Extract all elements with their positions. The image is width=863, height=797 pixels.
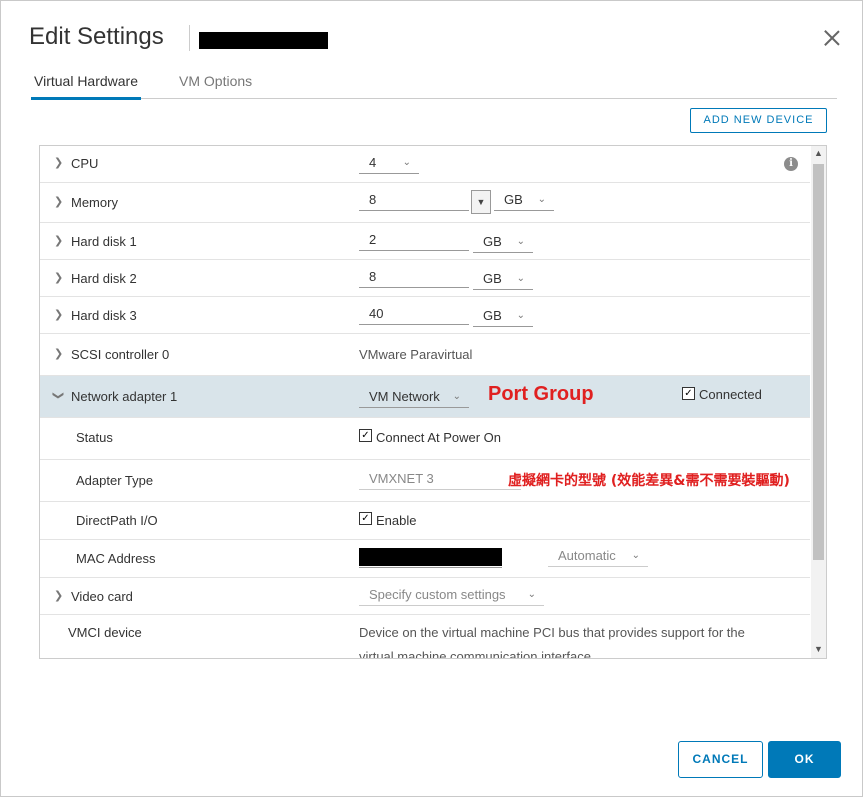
- scsi-value: VMware Paravirtual: [359, 347, 473, 362]
- chevron-down-icon[interactable]: ❯: [52, 391, 65, 400]
- disk1-unit: GB: [483, 234, 502, 249]
- network-select[interactable]: VM Network ⌄: [359, 387, 469, 408]
- memory-input[interactable]: 8: [359, 190, 469, 211]
- video-value: Specify custom settings: [369, 587, 506, 602]
- scroll-up-icon[interactable]: ▲: [811, 148, 826, 158]
- cpu-value: 4: [369, 155, 377, 170]
- disk1-label: Hard disk 1: [71, 234, 137, 249]
- scroll-down-icon[interactable]: ▼: [811, 644, 826, 654]
- cpu-select[interactable]: 4 ⌄: [359, 153, 419, 174]
- row-adapter-type: Adapter Type VMXNET 3 虛擬網卡的型號 (效能差異&需不需要…: [40, 460, 810, 502]
- adapter-type-annotation: 虛擬網卡的型號 (效能差異&需不需要裝驅動): [508, 473, 790, 489]
- row-cpu: ❯ CPU 4 ⌄ i: [40, 146, 810, 183]
- title-separator: [189, 25, 190, 51]
- disk2-unit: GB: [483, 271, 502, 286]
- cancel-button[interactable]: CANCEL: [678, 741, 763, 778]
- disk3-unit-select[interactable]: GB ⌄: [473, 306, 533, 327]
- adapter-type-label: Adapter Type: [76, 473, 154, 488]
- disk3-input[interactable]: 40: [359, 304, 469, 325]
- adapter-type-field: VMXNET 3: [359, 469, 521, 490]
- scsi-label: SCSI controller 0: [71, 347, 170, 362]
- cpu-label: CPU: [71, 156, 99, 171]
- row-directpath: DirectPath I/O ✓ Enable: [40, 502, 810, 540]
- chevron-down-icon: ⌄: [516, 273, 525, 284]
- tab-bar: Virtual Hardware VM Options: [31, 73, 837, 100]
- chevron-down-icon: ⌄: [402, 157, 411, 168]
- row-scsi-controller: ❯ SCSI controller 0 VMware Paravirtual: [40, 334, 810, 376]
- add-new-device-button[interactable]: ADD NEW DEVICE: [690, 108, 827, 133]
- chevron-down-icon: ⌄: [516, 310, 525, 321]
- row-status: Status ✓ Connect At Power On: [40, 418, 810, 460]
- grid-scrollbar[interactable]: ▲ ▼: [811, 146, 826, 658]
- chevron-down-icon: ⌄: [537, 194, 546, 205]
- chevron-right-icon[interactable]: ❯: [54, 195, 63, 208]
- mac-label: MAC Address: [76, 551, 156, 566]
- disk3-unit: GB: [483, 308, 502, 323]
- disk1-unit-select[interactable]: GB ⌄: [473, 232, 533, 253]
- chevron-right-icon[interactable]: ❯: [54, 156, 63, 169]
- redacted-vm-name: [199, 32, 328, 49]
- info-icon[interactable]: i: [784, 157, 798, 171]
- video-label: Video card: [71, 589, 133, 604]
- memory-unit-select[interactable]: GB ⌄: [494, 190, 554, 211]
- chevron-right-icon[interactable]: ❯: [54, 308, 63, 321]
- directpath-enable-label: Enable: [376, 513, 417, 528]
- connected-checkbox[interactable]: ✓: [682, 387, 695, 400]
- disk2-input[interactable]: 8: [359, 267, 469, 288]
- chevron-down-icon: ⌄: [631, 550, 640, 561]
- connected-label: Connected: [699, 387, 762, 402]
- chevron-right-icon[interactable]: ❯: [54, 234, 63, 247]
- row-hard-disk-2: ❯ Hard disk 2 8 GB ⌄: [40, 260, 810, 297]
- directpath-enable-checkbox[interactable]: ✓: [359, 512, 372, 525]
- net-label: Network adapter 1: [71, 389, 178, 404]
- vmci-desc-line2: virtual machine communication interface: [359, 649, 591, 659]
- redacted-mac-address: [359, 548, 502, 566]
- disk3-label: Hard disk 3: [71, 308, 137, 323]
- row-video-card: ❯ Video card Specify custom settings ⌄: [40, 578, 810, 615]
- vmci-desc-line1: Device on the virtual machine PCI bus th…: [359, 625, 745, 640]
- connect-at-power-on-checkbox[interactable]: ✓: [359, 429, 372, 442]
- disk2-label: Hard disk 2: [71, 271, 137, 286]
- chevron-right-icon[interactable]: ❯: [54, 271, 63, 284]
- hardware-grid: ❯ CPU 4 ⌄ i ❯ Memory 8 ▼ GB ⌄ ❯ Hard dis…: [39, 145, 827, 659]
- port-group-annotation: Port Group: [488, 383, 594, 405]
- scroll-thumb[interactable]: [813, 164, 824, 560]
- row-memory: ❯ Memory 8 ▼ GB ⌄: [40, 183, 810, 223]
- chevron-right-icon[interactable]: ❯: [54, 347, 63, 360]
- disk1-input[interactable]: 2: [359, 230, 469, 251]
- row-mac-address: MAC Address Automatic ⌄: [40, 540, 810, 578]
- tab-virtual-hardware[interactable]: Virtual Hardware: [31, 73, 142, 100]
- edit-settings-dialog: Edit Settings Virtual Hardware VM Option…: [0, 0, 863, 797]
- mac-mode-select[interactable]: Automatic ⌄: [548, 546, 648, 567]
- ok-button[interactable]: OK: [768, 741, 841, 778]
- row-network-adapter: ❯ Network adapter 1 VM Network ⌄ Port Gr…: [40, 376, 810, 418]
- dialog-title: Edit Settings: [29, 23, 164, 50]
- mac-mode-value: Automatic: [558, 548, 616, 563]
- memory-unit: GB: [504, 192, 523, 207]
- disk2-unit-select[interactable]: GB ⌄: [473, 269, 533, 290]
- memory-label: Memory: [71, 195, 118, 210]
- row-vmci-device: VMCI device Device on the virtual machin…: [40, 615, 810, 659]
- vmci-label: VMCI device: [68, 625, 142, 640]
- chevron-down-icon: ⌄: [516, 236, 525, 247]
- memory-spin-icon[interactable]: ▼: [471, 190, 491, 214]
- row-hard-disk-3: ❯ Hard disk 3 40 GB ⌄: [40, 297, 810, 334]
- chevron-down-icon: ⌄: [527, 589, 536, 600]
- close-icon[interactable]: [821, 27, 843, 49]
- chevron-down-icon: ⌄: [452, 391, 461, 402]
- chevron-right-icon[interactable]: ❯: [54, 589, 63, 602]
- tab-vm-options[interactable]: VM Options: [179, 73, 252, 97]
- directpath-label: DirectPath I/O: [76, 513, 158, 528]
- video-select[interactable]: Specify custom settings ⌄: [359, 585, 544, 606]
- row-hard-disk-1: ❯ Hard disk 1 2 GB ⌄: [40, 223, 810, 260]
- mac-input-underline[interactable]: [359, 567, 502, 568]
- status-label: Status: [76, 430, 113, 445]
- network-value: VM Network: [369, 389, 440, 404]
- connect-at-power-on-label: Connect At Power On: [376, 430, 502, 445]
